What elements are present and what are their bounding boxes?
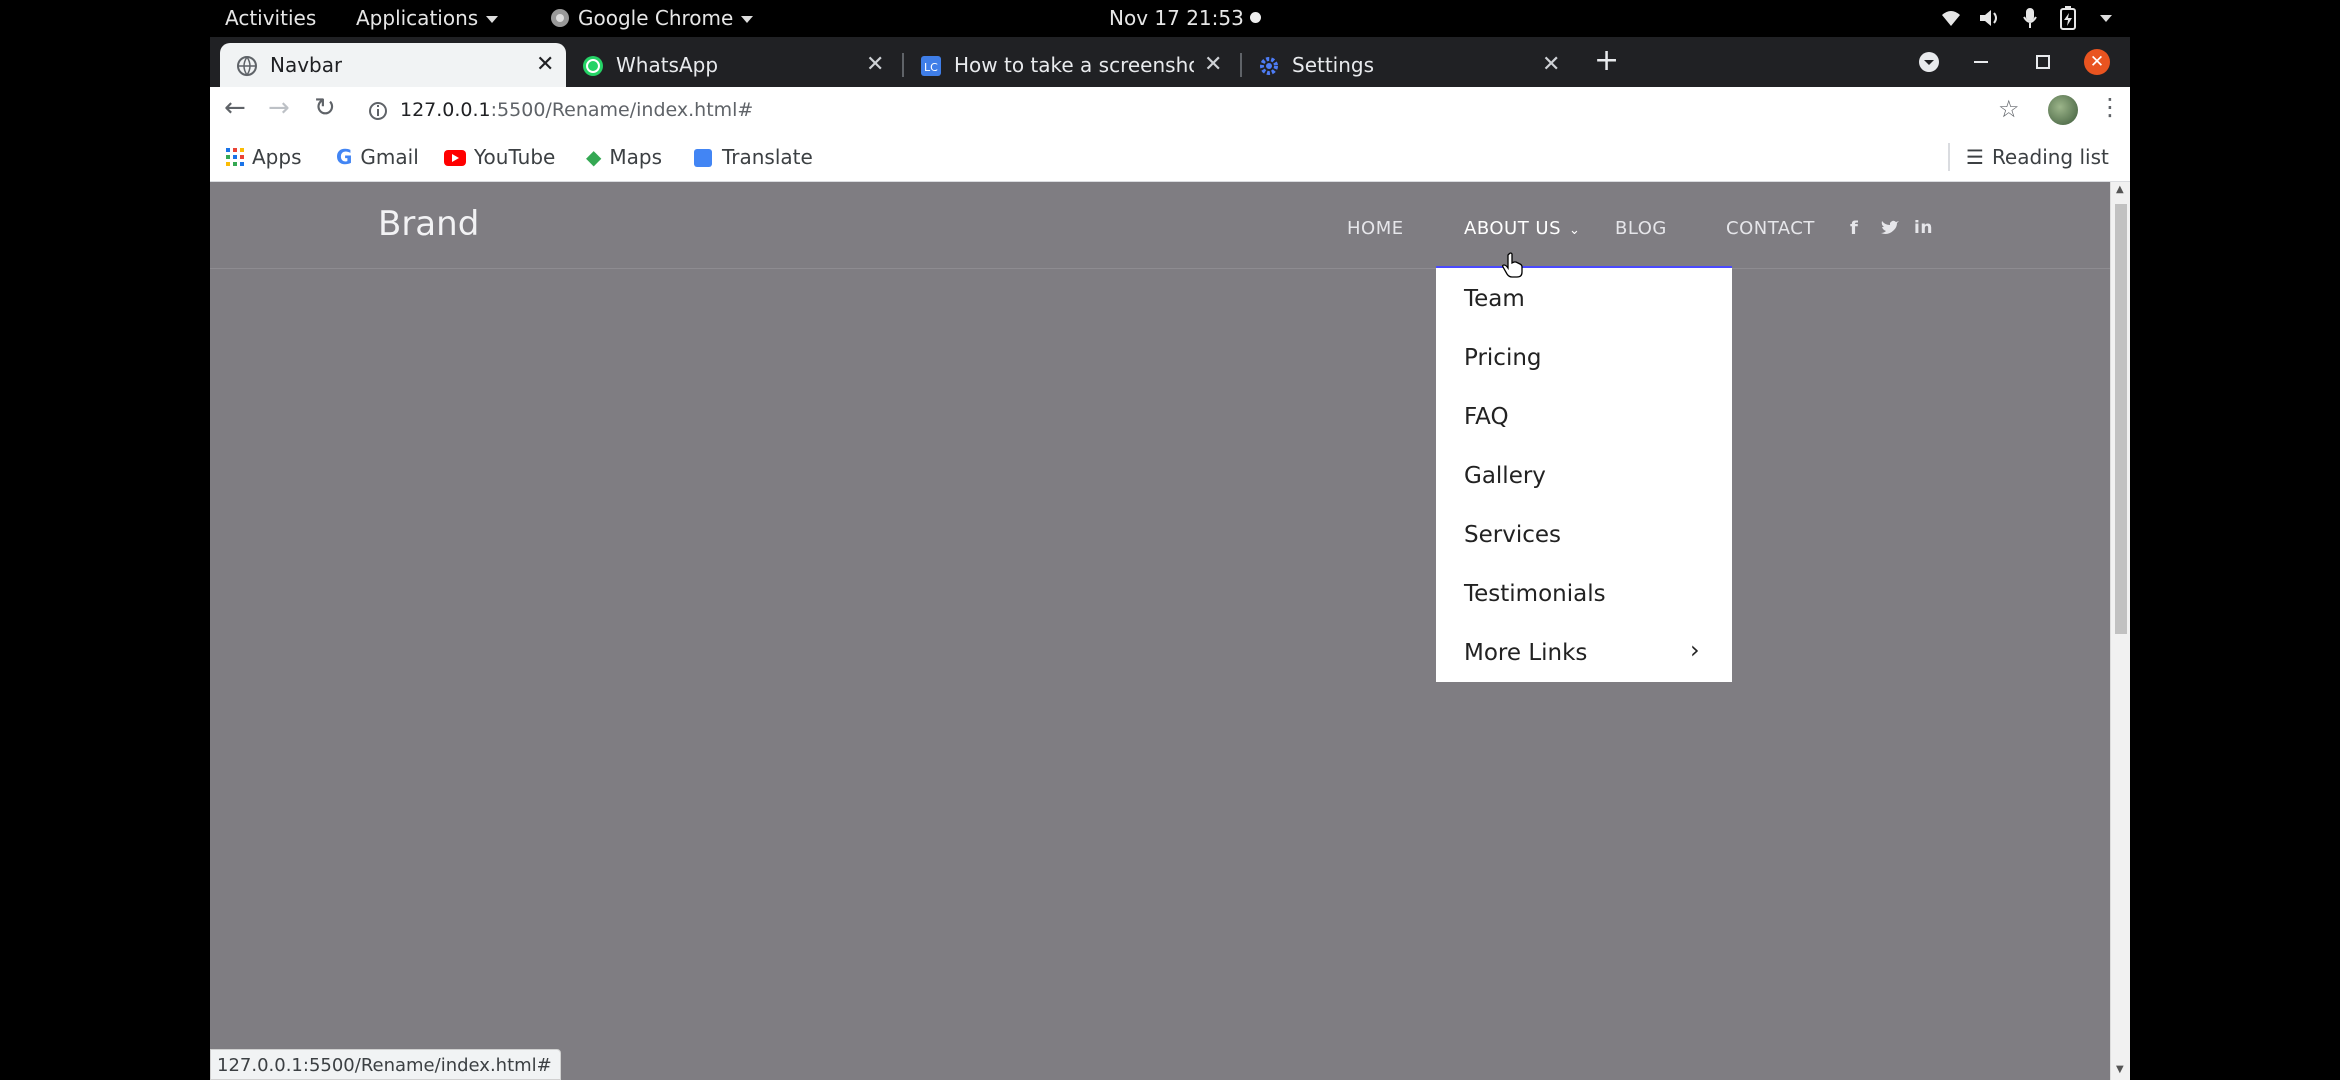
back-icon[interactable]: ← xyxy=(224,93,246,123)
bookmark-label: Translate xyxy=(722,145,813,169)
reading-list-label: Reading list xyxy=(1991,145,2109,169)
close-tab-icon[interactable]: ✕ xyxy=(536,52,554,77)
url-path: :5500/Rename/index.html# xyxy=(490,99,754,121)
hand-cursor-icon xyxy=(1502,252,1523,278)
volume-icon[interactable] xyxy=(1978,8,2002,28)
minimize-icon[interactable] xyxy=(1974,61,1988,63)
tab-title: Settings xyxy=(1292,53,1375,77)
notification-dot-icon xyxy=(1250,12,1261,23)
scrollbar-thumb[interactable] xyxy=(2115,204,2127,634)
tab-whatsapp[interactable]: WhatsApp ✕ xyxy=(566,43,902,87)
system-menu-caret-icon[interactable] xyxy=(2100,15,2112,22)
info-icon[interactable] xyxy=(368,101,388,121)
nav-blog[interactable]: BLOG xyxy=(1615,218,1667,239)
nav-home[interactable]: HOME xyxy=(1347,218,1404,239)
vertical-scrollbar[interactable]: ▲ ▼ xyxy=(2110,182,2130,1080)
bookmark-translate[interactable]: Translate xyxy=(694,145,813,169)
site-navbar: Brand HOME ABOUT US ⌄ BLOG CONTACT f in xyxy=(210,182,2110,269)
nav-label: ABOUT US xyxy=(1464,218,1562,239)
dropdown-item-faq[interactable]: FAQ xyxy=(1464,404,1509,430)
google-g-icon: G xyxy=(336,145,353,169)
tab-screenshot-article[interactable]: LC How to take a screenshot ✕ xyxy=(904,43,1240,87)
battery-icon[interactable] xyxy=(2058,6,2078,30)
whatsapp-icon xyxy=(583,56,603,76)
dropdown-item-more-links[interactable]: More Links xyxy=(1464,640,1587,666)
clock[interactable]: Nov 17 21:53 xyxy=(1109,6,1244,30)
tab-navbar[interactable]: Navbar ✕ xyxy=(220,43,566,87)
bookmark-star-icon[interactable]: ☆ xyxy=(1998,95,2020,123)
scroll-down-icon[interactable]: ▼ xyxy=(2116,1064,2124,1075)
wifi-icon[interactable] xyxy=(1940,8,1962,28)
profile-avatar[interactable] xyxy=(2048,95,2078,125)
browser-toolbar: ← → ↻ 127.0.0.1:5500/Rename/index.html# … xyxy=(210,87,2130,135)
globe-icon xyxy=(237,56,257,77)
page-viewport: Brand HOME ABOUT US ⌄ BLOG CONTACT f in T… xyxy=(210,182,2110,1080)
microphone-icon[interactable] xyxy=(2022,7,2038,29)
dropdown-item-gallery[interactable]: Gallery xyxy=(1464,463,1546,489)
more-menu-icon[interactable]: ⋮ xyxy=(2098,93,2122,121)
tab-title: WhatsApp xyxy=(616,53,719,77)
url-text: 127.0.0.1:5500/Rename/index.html# xyxy=(400,99,753,121)
bookmark-gmail[interactable]: G Gmail xyxy=(336,145,419,169)
tab-search-icon[interactable] xyxy=(1918,51,1940,73)
lc-icon: LC xyxy=(921,56,941,76)
app-menu[interactable]: Google Chrome xyxy=(550,6,754,30)
bookmarks-bar: Apps G Gmail YouTube ◆ Maps Translate ☰ Rea… xyxy=(210,135,2130,182)
bookmark-label: YouTube xyxy=(474,145,556,169)
caret-down-icon xyxy=(486,16,499,23)
browser-window: Navbar ✕ WhatsApp ✕ LC How to take a scr… xyxy=(210,37,2130,1080)
bookmark-label: Maps xyxy=(609,145,663,169)
forward-icon[interactable]: → xyxy=(268,93,290,123)
tab-strip: Navbar ✕ WhatsApp ✕ LC How to take a scr… xyxy=(210,37,2130,87)
reading-list-button[interactable]: ☰ Reading list xyxy=(1966,145,2109,169)
facebook-icon[interactable]: f xyxy=(1850,218,1858,239)
maximize-icon[interactable] xyxy=(2036,55,2050,69)
apps-grid-icon xyxy=(226,148,244,166)
chrome-icon xyxy=(551,9,569,27)
chevron-right-icon: › xyxy=(1690,636,1700,664)
dropdown-item-services[interactable]: Services xyxy=(1464,522,1561,548)
address-bar[interactable]: 127.0.0.1:5500/Rename/index.html# xyxy=(352,91,2022,131)
reload-icon[interactable]: ↻ xyxy=(314,93,336,123)
youtube-icon xyxy=(444,150,466,166)
tab-settings[interactable]: Settings ✕ xyxy=(1242,43,1578,87)
brand-logo[interactable]: Brand xyxy=(378,204,479,244)
linkedin-icon[interactable]: in xyxy=(1914,218,1933,238)
app-name: Google Chrome xyxy=(578,6,734,30)
dropdown-item-pricing[interactable]: Pricing xyxy=(1464,345,1542,371)
applications-label: Applications xyxy=(356,6,479,30)
maps-icon: ◆ xyxy=(586,145,602,169)
gear-icon xyxy=(1260,57,1278,75)
nav-about-us[interactable]: ABOUT US ⌄ xyxy=(1464,218,1580,239)
activities-button[interactable]: Activities xyxy=(225,6,316,30)
dropdown-item-team[interactable]: Team xyxy=(1464,286,1525,312)
new-tab-button[interactable]: + xyxy=(1594,43,1619,78)
about-us-dropdown: Team Pricing FAQ Gallery Services Testim… xyxy=(1436,266,1732,682)
close-window-icon[interactable]: ✕ xyxy=(2084,49,2110,75)
scroll-up-icon[interactable]: ▲ xyxy=(2116,184,2124,195)
tab-title: Navbar xyxy=(270,53,343,77)
dropdown-item-testimonials[interactable]: Testimonials xyxy=(1464,581,1606,607)
close-tab-icon[interactable]: ✕ xyxy=(866,52,884,77)
reading-list-icon: ☰ xyxy=(1966,145,1984,169)
bookmark-apps[interactable]: Apps xyxy=(226,145,302,169)
bookmark-maps[interactable]: ◆ Maps xyxy=(586,145,662,169)
svg-text:LC: LC xyxy=(924,61,938,74)
twitter-icon[interactable] xyxy=(1880,220,1900,236)
bookmarks-divider xyxy=(1948,143,1950,171)
url-host: 127.0.0.1 xyxy=(400,99,491,121)
status-bubble: 127.0.0.1:5500/Rename/index.html# xyxy=(210,1049,561,1080)
nav-contact[interactable]: CONTACT xyxy=(1726,218,1815,239)
translate-icon xyxy=(694,149,712,167)
bookmark-youtube[interactable]: YouTube xyxy=(444,145,555,169)
bookmark-label: Apps xyxy=(252,145,302,169)
tab-title: How to take a screenshot xyxy=(954,53,1194,77)
close-tab-icon[interactable]: ✕ xyxy=(1542,52,1560,77)
chevron-down-icon: ⌄ xyxy=(1569,223,1581,238)
bookmark-label: Gmail xyxy=(360,145,419,169)
system-top-bar: Activities Applications Google Chrome No… xyxy=(0,0,2340,37)
applications-menu[interactable]: Applications xyxy=(356,6,499,30)
close-tab-icon[interactable]: ✕ xyxy=(1204,52,1222,77)
caret-down-icon xyxy=(741,16,754,23)
